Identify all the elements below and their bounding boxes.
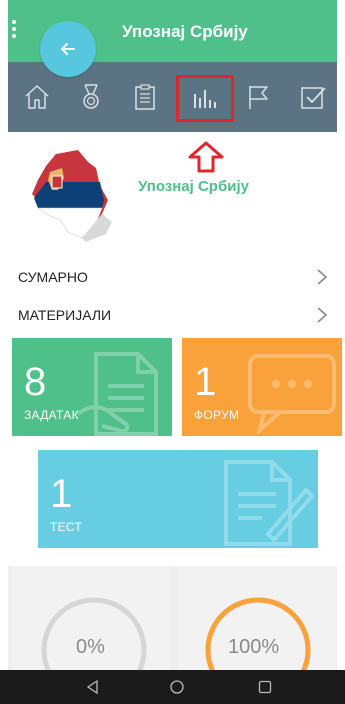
system-nav-bar [0, 670, 345, 704]
arrow-left-icon [61, 43, 75, 55]
checkbox-icon [301, 87, 326, 109]
arrow-up-icon [188, 141, 224, 173]
tasks-count: 8 [24, 360, 47, 404]
app-title: Упознај Србију [122, 22, 248, 41]
highlight-box [176, 75, 234, 122]
forum-count: 1 [194, 360, 217, 404]
forum-tile[interactable]: 1 ФОРУМ [182, 338, 342, 436]
document-edit-icon [224, 460, 314, 546]
chat-bubble-icon [248, 354, 336, 434]
progress-section: 0% 100% [8, 566, 337, 672]
progress-card-0: 0% [12, 566, 170, 672]
medal-icon [83, 84, 99, 109]
flag-icon [249, 86, 268, 109]
materials-row[interactable]: МАТЕРИЈАЛИ [8, 296, 337, 334]
back-button[interactable] [40, 21, 96, 77]
materials-label: МАТЕРИЈАЛИ [18, 307, 112, 323]
nav-recents-icon[interactable] [256, 678, 274, 696]
serbia-flag-map-icon [16, 142, 122, 246]
course-header: Упознај Србију [8, 138, 337, 250]
nav-home-icon[interactable] [168, 678, 186, 696]
home-icon [25, 85, 49, 109]
document-hand-icon [76, 352, 158, 436]
course-title: Упознај Србију [138, 178, 249, 195]
test-label: ТЕСТ [50, 520, 83, 534]
clipboard-icon [135, 84, 155, 110]
progress-text-1: 100% [228, 636, 280, 658]
progress-text-0: 0% [76, 636, 105, 658]
test-tile[interactable]: 1 ТЕСТ [38, 450, 318, 548]
progress-card-1: 100% [178, 566, 336, 672]
test-count: 1 [50, 472, 73, 516]
tab-checkbox[interactable] [296, 80, 330, 114]
tab-clipboard[interactable] [128, 80, 162, 114]
summary-label: СУМАРНО [18, 269, 88, 285]
more-vert-icon[interactable] [12, 20, 20, 44]
summary-row[interactable]: СУМАРНО [8, 258, 337, 296]
chevron-right-icon [317, 307, 328, 323]
tab-medal[interactable] [74, 80, 108, 114]
tasks-label: ЗАДАТАК [24, 408, 79, 422]
forum-label: ФОРУМ [194, 408, 240, 422]
nav-back-icon[interactable] [84, 678, 102, 696]
tab-flag[interactable] [242, 80, 276, 114]
chevron-right-icon [317, 269, 328, 285]
tasks-tile[interactable]: 8 ЗАДАТАК [12, 338, 172, 436]
tab-home[interactable] [20, 80, 54, 114]
